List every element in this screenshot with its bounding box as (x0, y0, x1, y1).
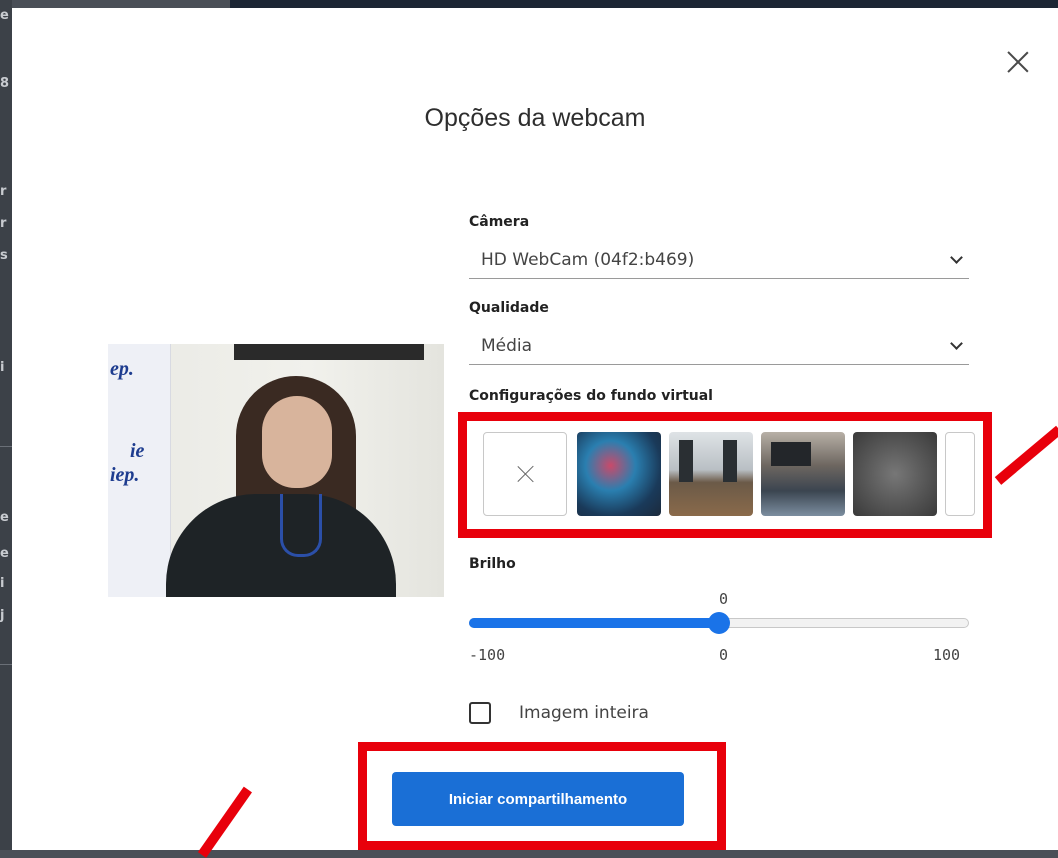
thumb-window-frame (679, 440, 693, 482)
webcam-options-dialog: Opções da webcam ep. ie iep. Câmera HD W… (12, 8, 1058, 858)
annotation-arrow (994, 425, 1058, 485)
background-letter: j (0, 608, 5, 623)
background-letter: r (0, 184, 7, 199)
thumb-screen (771, 442, 811, 466)
brightness-max-label: 100 (933, 646, 961, 664)
banner-logo-text: iep. (110, 464, 140, 486)
virtual-background-label: Configurações do fundo virtual (469, 388, 713, 404)
brightness-mid-label: 0 (719, 646, 729, 664)
background-top-bar (230, 0, 1058, 8)
preview-tv (234, 344, 424, 360)
background-letter: e (0, 546, 9, 561)
camera-select[interactable]: HD WebCam (04f2:b469) (469, 244, 969, 279)
brightness-label: Brilho (469, 556, 516, 572)
background-stone-texture-option[interactable] (853, 432, 937, 516)
start-sharing-button[interactable]: Iniciar compartilhamento (392, 772, 684, 826)
quality-select-value: Média (481, 336, 533, 356)
background-meeting-room-option[interactable] (761, 432, 845, 516)
brightness-current-value: 0 (719, 590, 729, 608)
close-icon[interactable] (1002, 46, 1034, 78)
background-partial-option[interactable] (945, 432, 975, 516)
brightness-slider-fill (469, 618, 719, 628)
camera-label: Câmera (469, 214, 530, 230)
background-letter: i (0, 576, 5, 591)
brightness-slider-handle[interactable] (708, 612, 730, 634)
banner-logo-text: ep. (110, 358, 134, 380)
quality-select[interactable]: Média (469, 330, 969, 365)
preview-lanyard (280, 494, 322, 557)
brightness-min-label: -100 (469, 646, 506, 664)
banner-logo-text: ie (130, 440, 145, 462)
chevron-down-icon (950, 337, 963, 350)
background-letter: e (0, 510, 9, 525)
background-letter: 8 (0, 76, 10, 91)
background-office-window-option[interactable] (669, 432, 753, 516)
background-letter: i (0, 360, 5, 375)
background-blurred-lights-option[interactable] (577, 432, 661, 516)
background-divider (0, 446, 12, 447)
background-divider (0, 664, 12, 665)
preview-banner: ep. ie iep. (108, 344, 171, 597)
background-page-strip (0, 0, 12, 850)
annotation-arrow (197, 786, 252, 858)
background-letter: r (0, 216, 7, 231)
thumb-window-frame (723, 440, 737, 482)
chevron-down-icon (950, 251, 963, 264)
preview-person-face (262, 396, 332, 488)
background-none-option[interactable] (483, 432, 567, 516)
dialog-title: Opções da webcam (424, 104, 646, 132)
full-image-checkbox[interactable] (469, 702, 491, 724)
background-letter: e (0, 8, 9, 23)
camera-select-value: HD WebCam (04f2:b469) (481, 250, 695, 270)
webcam-preview: ep. ie iep. (108, 344, 444, 597)
quality-label: Qualidade (469, 300, 549, 316)
background-letter: s (0, 248, 8, 263)
virtual-background-options (483, 432, 983, 518)
full-image-label: Imagem inteira (519, 703, 649, 723)
